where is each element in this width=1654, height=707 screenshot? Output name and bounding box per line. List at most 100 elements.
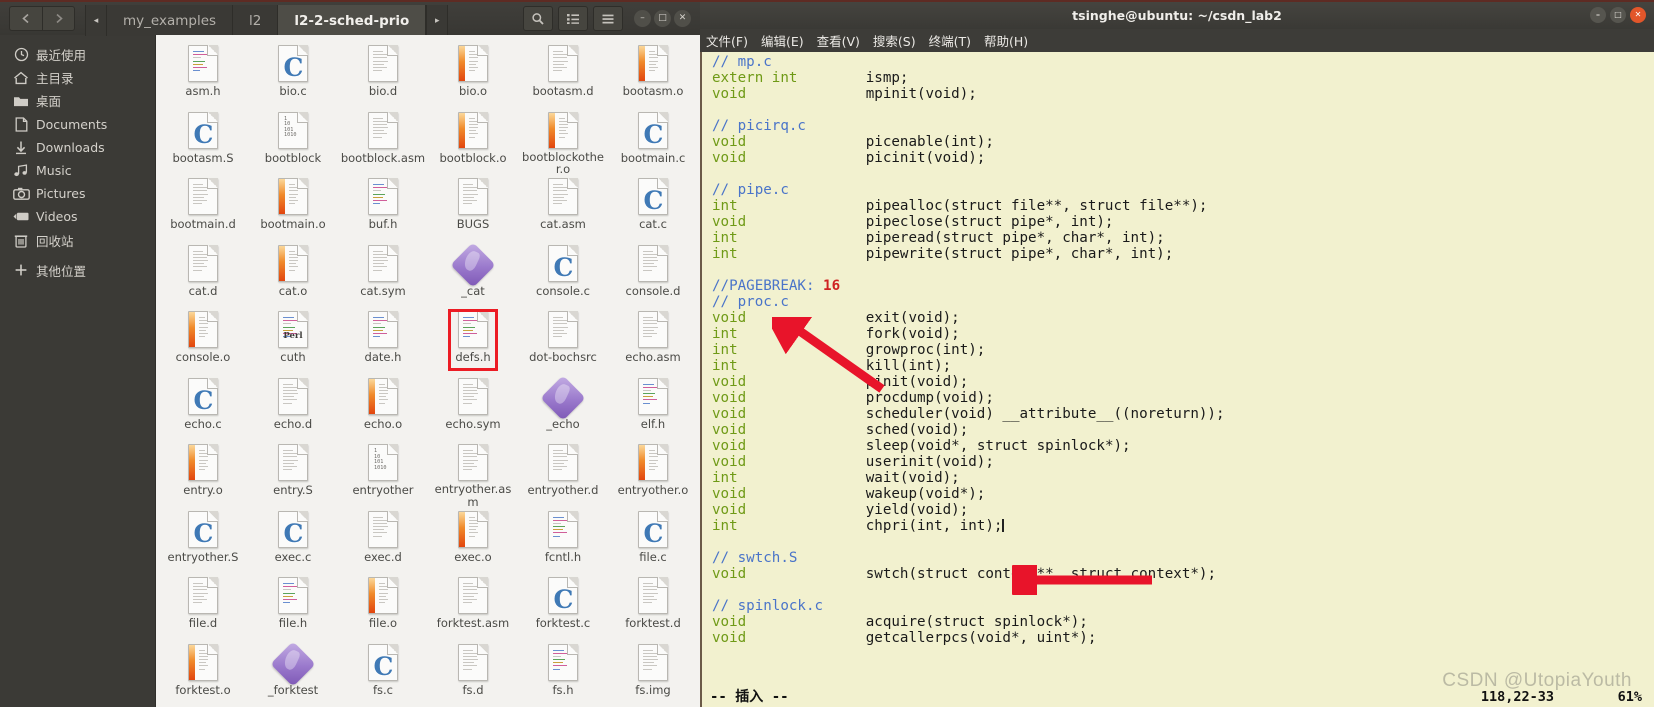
file-item[interactable]: bootblock.asm bbox=[338, 108, 428, 175]
file-item[interactable]: bootblockother.o bbox=[518, 108, 608, 175]
file-item[interactable]: _echo bbox=[518, 374, 608, 441]
file-item[interactable]: exec.o bbox=[428, 507, 518, 574]
file-item[interactable]: 1 10 101 1010 entryother bbox=[338, 440, 428, 507]
fm-maximize-button[interactable]: □ bbox=[654, 10, 671, 27]
file-grid-view[interactable]: asm.h Cbio.c bio.d bio.o bootasm.d bootasm.o C… bbox=[155, 35, 700, 707]
terminal-menu-item[interactable]: 编辑(E) bbox=[761, 31, 804, 50]
file-item[interactable]: echo.o bbox=[338, 374, 428, 441]
file-item[interactable]: exec.d bbox=[338, 507, 428, 574]
file-item[interactable]: file.h bbox=[248, 573, 338, 640]
file-item[interactable]: entryother.asm bbox=[428, 440, 518, 508]
sidebar-item-videos[interactable]: Videos bbox=[0, 205, 155, 228]
file-item[interactable]: dot-bochsrc bbox=[518, 307, 608, 374]
file-item[interactable]: Cconsole.c bbox=[518, 241, 608, 308]
file-item[interactable]: cat.asm bbox=[518, 174, 608, 241]
sidebar-item-music[interactable]: Music bbox=[0, 159, 155, 182]
file-item[interactable]: echo.d bbox=[248, 374, 338, 441]
file-item[interactable]: date.h bbox=[338, 307, 428, 374]
sidebar-item-[interactable]: 桌面 bbox=[0, 89, 155, 112]
file-item[interactable]: bootblock.o bbox=[428, 108, 518, 175]
file-item[interactable]: _cat bbox=[428, 241, 518, 308]
file-item[interactable]: console.o bbox=[158, 307, 248, 374]
terminal-minimize-button[interactable]: – bbox=[1590, 7, 1606, 23]
sidebar-item-[interactable]: 回收站 bbox=[0, 229, 155, 252]
file-item[interactable]: buf.h bbox=[338, 174, 428, 241]
file-item[interactable]: bootmain.o bbox=[248, 174, 338, 241]
file-item[interactable]: Cforktest.c bbox=[518, 573, 608, 640]
file-item[interactable]: bio.o bbox=[428, 41, 518, 108]
tab-scroll-left-button[interactable]: ◂ bbox=[85, 5, 107, 36]
file-item[interactable]: elf.h bbox=[608, 374, 698, 441]
file-item[interactable]: Cfile.c bbox=[608, 507, 698, 574]
file-item[interactable]: bootasm.d bbox=[518, 41, 608, 108]
vim-editor[interactable]: // mp.c extern int ismp; void mpinit(void)… bbox=[700, 52, 1654, 707]
file-item[interactable]: asm.h bbox=[158, 41, 248, 108]
file-item[interactable]: Cfs.c bbox=[338, 640, 428, 707]
file-item[interactable]: forktest.asm bbox=[428, 573, 518, 640]
code-line: //PAGEBREAK: 16 bbox=[712, 278, 841, 294]
file-item[interactable]: 1 10 101 1010 bootblock bbox=[248, 108, 338, 175]
file-item[interactable]: cat.o bbox=[248, 241, 338, 308]
file-name-label: bootasm.S bbox=[172, 150, 234, 165]
file-item[interactable]: echo.asm bbox=[608, 307, 698, 374]
file-item[interactable]: Cexec.c bbox=[248, 507, 338, 574]
fm-close-button[interactable]: ✕ bbox=[674, 10, 691, 27]
file-item[interactable]: echo.sym bbox=[428, 374, 518, 441]
file-item[interactable]: file.o bbox=[338, 573, 428, 640]
terminal-maximize-button[interactable]: □ bbox=[1610, 7, 1626, 23]
file-item[interactable]: fcntl.h bbox=[518, 507, 608, 574]
sidebar-item-documents[interactable]: Documents bbox=[0, 113, 155, 136]
sidebar-item-[interactable]: 其他位置 bbox=[0, 259, 155, 282]
sidebar-item-downloads[interactable]: Downloads bbox=[0, 136, 155, 159]
file-icon-code bbox=[636, 377, 670, 416]
tab-my-examples[interactable]: my_examples bbox=[107, 5, 234, 36]
file-item[interactable]: fs.d bbox=[428, 640, 518, 707]
file-manager-toolbar: – □ ✕ bbox=[523, 6, 695, 31]
file-item[interactable]: entry.S bbox=[248, 440, 338, 507]
sidebar-separator bbox=[0, 252, 155, 259]
forward-button[interactable] bbox=[42, 6, 75, 31]
fm-minimize-button[interactable]: – bbox=[634, 10, 651, 27]
file-item[interactable]: entryother.o bbox=[608, 440, 698, 507]
sidebar-item-[interactable]: 主目录 bbox=[0, 66, 155, 89]
file-item[interactable]: forktest.o bbox=[158, 640, 248, 707]
file-item[interactable]: Perl cuth bbox=[248, 307, 338, 374]
sidebar-item-[interactable]: 最近使用 bbox=[0, 43, 155, 66]
back-button[interactable] bbox=[9, 6, 42, 31]
file-item[interactable]: cat.sym bbox=[338, 241, 428, 308]
terminal-menu-item[interactable]: 查看(V) bbox=[817, 31, 860, 50]
file-name-label: date.h bbox=[364, 350, 402, 364]
file-item[interactable]: bio.d bbox=[338, 41, 428, 108]
tab-l2-2-sched-prio[interactable]: l2-2-sched-prio bbox=[278, 5, 427, 36]
file-item[interactable]: entryother.d bbox=[518, 440, 608, 507]
file-item[interactable]: defs.h bbox=[428, 307, 518, 374]
view-options-button[interactable] bbox=[558, 6, 588, 31]
file-item[interactable]: bootasm.o bbox=[608, 41, 698, 108]
file-item[interactable]: Cbio.c bbox=[248, 41, 338, 108]
file-item[interactable]: fs.img bbox=[608, 640, 698, 707]
file-item[interactable]: Cbootmain.c bbox=[608, 108, 698, 175]
tab-scroll-right-button[interactable]: ▸ bbox=[426, 5, 449, 36]
file-item[interactable]: Cecho.c bbox=[158, 374, 248, 441]
file-item[interactable]: cat.d bbox=[158, 241, 248, 308]
terminal-menu-item[interactable]: 搜索(S) bbox=[873, 31, 916, 50]
search-button[interactable] bbox=[523, 6, 553, 31]
sidebar-item-pictures[interactable]: Pictures bbox=[0, 182, 155, 205]
file-item[interactable]: fs.h bbox=[518, 640, 608, 707]
file-item[interactable]: console.d bbox=[608, 241, 698, 308]
file-item[interactable]: _forktest bbox=[248, 640, 338, 707]
file-item[interactable]: bootmain.d bbox=[158, 174, 248, 241]
file-item[interactable]: file.d bbox=[158, 573, 248, 640]
file-item[interactable]: entry.o bbox=[158, 440, 248, 507]
file-item[interactable]: Centryother.S bbox=[158, 507, 248, 574]
file-item[interactable]: Cbootasm.S bbox=[158, 108, 248, 175]
terminal-menu-item[interactable]: 终端(T) bbox=[929, 31, 971, 50]
file-item[interactable]: BUGS bbox=[428, 174, 518, 241]
terminal-menu-item[interactable]: 文件(F) bbox=[706, 31, 748, 50]
terminal-menu-item[interactable]: 帮助(H) bbox=[984, 31, 1028, 50]
terminal-close-button[interactable]: ✕ bbox=[1630, 7, 1646, 23]
file-item[interactable]: Ccat.c bbox=[608, 174, 698, 241]
file-item[interactable]: forktest.d bbox=[608, 573, 698, 640]
menu-button[interactable] bbox=[593, 6, 623, 31]
tab-l2[interactable]: l2 bbox=[233, 5, 279, 36]
